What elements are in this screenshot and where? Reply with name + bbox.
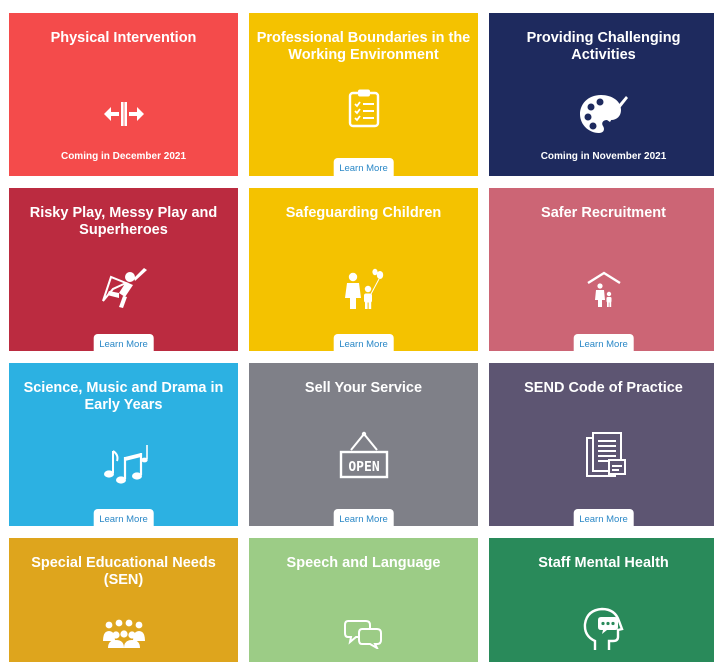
card-send-code-of-practice[interactable]: SEND Code of Practice Learn More [489, 363, 714, 526]
learn-more-button[interactable]: Learn More [333, 334, 394, 351]
card-title: Speech and Language [286, 555, 441, 571]
card-professional-boundaries[interactable]: Professional Boundaries in the Working E… [249, 13, 478, 176]
learn-more-button[interactable]: Learn More [93, 509, 154, 526]
card-speech-and-language[interactable]: Speech and Language [249, 538, 478, 662]
card-providing-challenging-activities[interactable]: Providing Challenging Activities Coming … [489, 13, 714, 176]
coming-soon-text: Coming in December 2021 [60, 151, 187, 162]
family-balloon-icon [334, 266, 394, 312]
card-safer-recruitment[interactable]: Safer Recruitment Learn More [489, 188, 714, 351]
speech-bubbles-icon [334, 610, 394, 656]
clipboard-list-icon [334, 85, 394, 131]
learn-more-button[interactable]: Learn More [573, 334, 634, 351]
card-special-educational-needs[interactable]: Special Educational Needs (SEN) [9, 538, 238, 662]
card-title: Special Educational Needs (SEN) [31, 555, 216, 588]
head-chat-icon [574, 606, 634, 652]
shelter-family-icon [574, 266, 634, 312]
learn-more-button[interactable]: Learn More [93, 334, 154, 351]
card-science-music-drama[interactable]: Science, Music and Drama in Early Years … [9, 363, 238, 526]
arrows-apart-icon [94, 91, 154, 137]
card-title: SEND Code of Practice [524, 380, 683, 396]
card-title: Professional Boundaries in the Working E… [256, 30, 471, 63]
documents-icon [574, 432, 634, 479]
learn-more-button[interactable]: Learn More [333, 158, 394, 176]
card-title: Physical Intervention [50, 30, 197, 46]
card-sell-your-service[interactable]: Sell Your Service OPEN Learn More [249, 363, 478, 526]
card-risky-play[interactable]: Risky Play, Messy Play and Superheroes L… [9, 188, 238, 351]
learn-more-button[interactable]: Learn More [573, 509, 634, 526]
music-notes-icon [94, 441, 154, 487]
open-sign-icon: OPEN [334, 431, 394, 479]
learn-more-button[interactable]: Learn More [333, 509, 394, 526]
card-title: Risky Play, Messy Play and Superheroes [29, 205, 218, 238]
coming-soon-text: Coming in November 2021 [540, 151, 667, 162]
card-title: Sell Your Service [304, 380, 423, 396]
card-title: Science, Music and Drama in Early Years [23, 380, 224, 413]
card-title: Safer Recruitment [541, 205, 666, 221]
card-staff-mental-health[interactable]: Staff Mental Health [489, 538, 714, 662]
card-safeguarding-children[interactable]: Safeguarding Children Learn More [249, 188, 478, 351]
card-title: Providing Challenging Activities [526, 30, 681, 63]
group-people-icon [94, 610, 154, 656]
card-title: Staff Mental Health [538, 555, 669, 571]
card-physical-intervention[interactable]: Physical Intervention Coming in December… [9, 13, 238, 176]
svg-text:OPEN: OPEN [348, 460, 379, 475]
card-title: Safeguarding Children [285, 205, 442, 221]
superhero-icon [94, 266, 154, 312]
palette-icon [574, 91, 634, 137]
